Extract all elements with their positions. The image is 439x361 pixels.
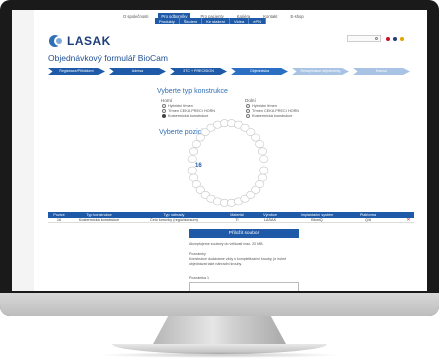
tooth-14[interactable] (255, 140, 265, 148)
lower-option[interactable]: Hybridní třmen (246, 104, 277, 108)
tooth-13[interactable] (251, 133, 261, 142)
tooth-16[interactable] (259, 155, 269, 163)
top-nav-item[interactable]: E-shop (287, 13, 306, 20)
selected-tooth-label: 16 (195, 163, 202, 169)
step-4: Objednávka (231, 68, 288, 75)
site-header: O společnosti Pro odborníky Pro pacienty Ka… (34, 10, 427, 48)
radio-label: Hybridní třmen (168, 104, 193, 108)
tooth-31[interactable] (257, 173, 267, 182)
radio-button[interactable] (246, 109, 250, 113)
monitor-chin (0, 293, 439, 316)
radio-button[interactable] (162, 114, 166, 118)
monitor-screen: O společnosti Pro odborníky Pro pacienty Ka… (12, 10, 427, 291)
germany-flag-icon[interactable] (400, 37, 404, 41)
logo-text: LASAK (67, 34, 111, 48)
top-nav-item[interactable]: O společnosti (120, 13, 151, 20)
website: O společnosti Pro odborníky Pro pacienty Ka… (34, 10, 427, 291)
step-6: Hotovo (353, 68, 410, 75)
step-5: Rekapitulace objednávky (292, 68, 349, 75)
table-cell: BioniQ (311, 218, 323, 222)
tooth-15[interactable] (257, 147, 267, 156)
notes-heading: Poznámky (189, 252, 206, 256)
sub-nav-item[interactable]: Ke stažení (202, 18, 231, 24)
radio-label: Třmen CEKA PRECI HORN (252, 109, 300, 113)
page-title: Objednávkový formulář BioCam (48, 53, 168, 63)
sub-nav-item[interactable]: Školení (180, 18, 203, 24)
table-cell: Ti (235, 218, 239, 222)
tooth-3[interactable] (191, 140, 201, 148)
lasak-logo[interactable]: LASAK (49, 34, 111, 48)
table-cell: Čelo korunky (regio/dorsum) (150, 218, 198, 222)
radio-button[interactable] (162, 104, 166, 108)
step-2: Adresa (109, 68, 166, 75)
table-cell: Kostermická konstrukce (78, 218, 120, 222)
upper-option[interactable]: Hybridní třmen (162, 104, 193, 108)
step-1: Registrace/Přihlášení (48, 68, 105, 75)
radio-button[interactable] (246, 104, 250, 108)
note-textarea[interactable] (189, 282, 299, 291)
attach-file-button[interactable]: Přiložit soubor (189, 229, 299, 238)
radio-label: Třmen CEKA PRECI HORN (168, 109, 216, 113)
upper-option[interactable]: Třmen CEKA PRECI HORN (162, 109, 215, 113)
monitor-stand (152, 316, 287, 346)
logo-mark-icon (49, 35, 65, 47)
sub-nav-item[interactable]: ePN (249, 18, 266, 24)
order-progress-steps: Registrace/Přihlášení Adresa 3TC + PRECISI… (48, 68, 414, 75)
lower-jaw-heading: Dolní (245, 98, 256, 103)
table-cell: Q/6 (364, 218, 372, 222)
tooth-32[interactable] (259, 166, 269, 175)
file-size-note: Akceptujeme soubory do velikosti max. 20… (189, 242, 264, 246)
table-cell: LASAK (263, 218, 277, 222)
lower-option[interactable]: Třmen CEKA PRECI HORN (246, 109, 299, 113)
table-row: 16 Kostermická konstrukce Čelo korunky (re… (48, 218, 414, 223)
tooth-1[interactable] (187, 155, 197, 163)
tooth-30[interactable] (255, 180, 265, 188)
search-input[interactable] (347, 35, 381, 42)
search-icon[interactable] (375, 37, 378, 40)
dental-chart[interactable]: 16 (173, 115, 283, 210)
tooth-2[interactable] (189, 147, 199, 156)
step-3: 3TC + PRECISION (170, 68, 227, 75)
sub-nav-item[interactable]: Produkty (155, 18, 180, 24)
radio-button[interactable] (162, 109, 166, 113)
notes-text: Konstrukce dodáváme vždy s komplettizačn… (189, 257, 287, 266)
czech-flag-icon[interactable] (386, 37, 390, 41)
sub-nav-item[interactable]: Videa (230, 18, 250, 24)
monitor-shadow (96, 352, 343, 358)
tooth-18[interactable] (189, 173, 199, 182)
upper-jaw-heading: Horní (161, 98, 173, 103)
note-field-label: Poznámka 1 (189, 276, 209, 280)
sub-navigation: Produkty Školení Ke stažení Videa ePN (155, 18, 266, 24)
uk-flag-icon[interactable] (393, 37, 397, 41)
table-cell: 16 (56, 218, 62, 222)
construction-title: Vyberte typ konstrukce (157, 88, 228, 95)
radio-label: Hybridní třmen (252, 104, 277, 108)
remove-row-icon[interactable]: ✕ (406, 218, 411, 223)
